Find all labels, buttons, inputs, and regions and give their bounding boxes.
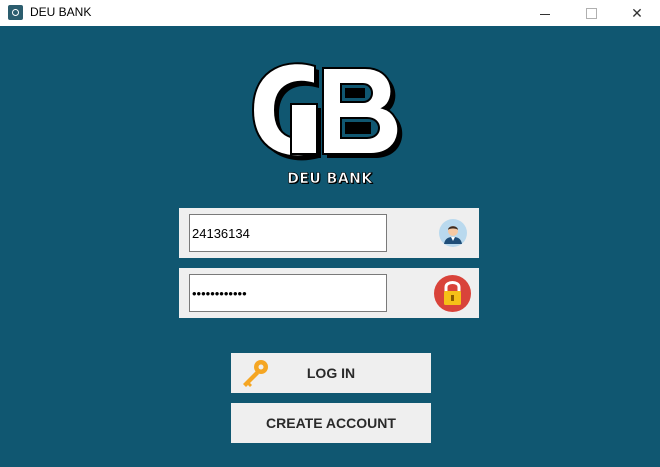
gb-logo <box>251 62 403 161</box>
maximize-button[interactable] <box>568 0 614 26</box>
create-account-label: CREATE ACCOUNT <box>266 415 396 431</box>
login-label: LOG IN <box>306 365 356 381</box>
maximize-icon <box>585 7 597 19</box>
brand-name: DEU BANK <box>287 171 373 188</box>
password-field[interactable] <box>189 274 387 312</box>
key-icon <box>243 360 268 387</box>
title-bar: DEU BANK ✕ <box>0 0 660 26</box>
close-button[interactable]: ✕ <box>614 0 660 26</box>
minimize-button[interactable] <box>522 0 568 26</box>
minimize-icon <box>540 13 550 15</box>
username-field[interactable] <box>189 214 387 252</box>
padlock-icon <box>434 275 471 312</box>
create-account-button[interactable]: CREATE ACCOUNT <box>231 403 431 443</box>
user-avatar-icon <box>439 219 467 247</box>
window-title: DEU BANK <box>30 5 92 19</box>
password-panel <box>179 268 479 318</box>
username-panel <box>179 208 479 258</box>
close-icon: ✕ <box>631 4 643 21</box>
app-icon <box>8 5 23 20</box>
login-button[interactable]: LOG IN <box>231 353 431 393</box>
